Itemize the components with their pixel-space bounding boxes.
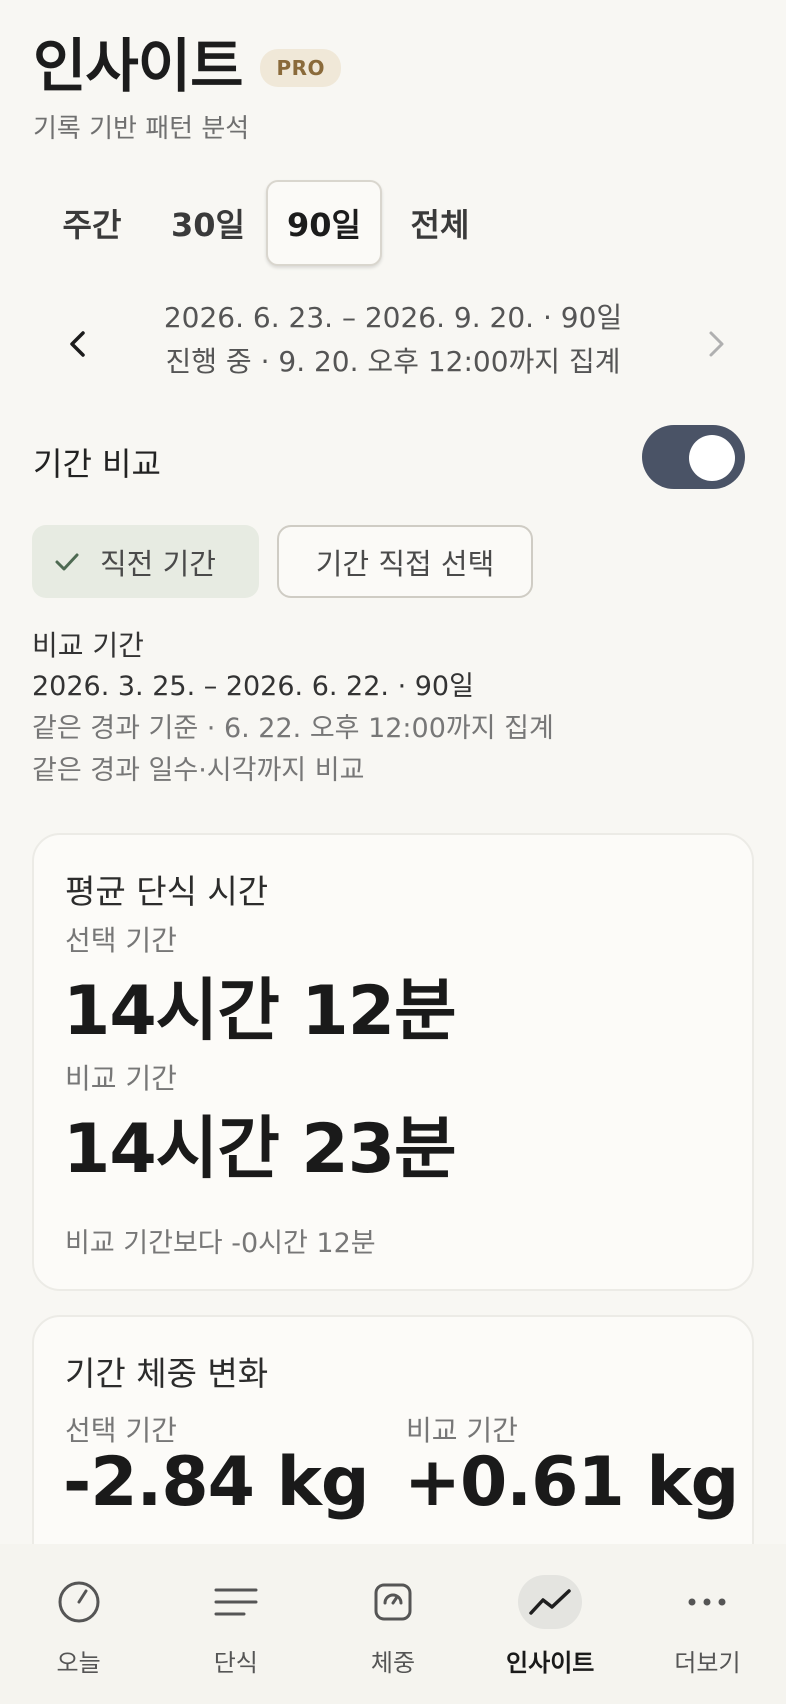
difference-text: 비교 기간보다 -0시간 12분 <box>65 1228 376 1259</box>
scale-icon <box>361 1575 425 1629</box>
nav-insights[interactable]: 인사이트 <box>472 1544 629 1704</box>
range-tabs: 주간 30일 90일 전체 <box>34 180 498 266</box>
insights-screen: 인사이트 PRO 기록 기반 패턴 분석 주간 30일 90일 전체 2026.… <box>0 0 786 1704</box>
weight-change-card: 기간 체중 변화 선택 기간 -2.84 kg 비교 기간 +0.61 kg <box>32 1315 754 1575</box>
tab-30-days[interactable]: 30일 <box>150 180 266 266</box>
compare-chips: 직전 기간 기간 직접 선택 <box>32 525 533 598</box>
compare-info-title: 비교 기간 <box>32 629 144 662</box>
compare-toggle[interactable] <box>642 425 745 489</box>
header: 인사이트 PRO <box>33 30 342 102</box>
compare-info-range: 2026. 3. 25. – 2026. 6. 22. · 90일 <box>32 671 474 702</box>
card-title: 기간 체중 변화 <box>65 1354 269 1393</box>
compare-period-value: 14시간 23분 <box>63 1110 457 1189</box>
more-icon <box>675 1575 739 1629</box>
compare-toggle-row: 기간 비교 <box>33 425 745 495</box>
nav-today[interactable]: 오늘 <box>0 1544 157 1704</box>
period-range: 2026. 6. 23. – 2026. 9. 20. · 90일 <box>163 301 623 334</box>
toggle-knob <box>689 435 735 481</box>
compare-period-value: +0.61 kg <box>404 1443 739 1522</box>
compare-info-note: 같은 경과 기준 · 6. 22. 오후 12:00까지 집계 <box>32 713 554 744</box>
nav-label: 오늘 <box>56 1649 101 1677</box>
next-period-button[interactable] <box>688 316 744 372</box>
tab-weekly[interactable]: 주간 <box>34 180 150 266</box>
compare-info: 비교 기간 2026. 3. 25. – 2026. 6. 22. · 90일 … <box>32 626 554 792</box>
nav-more[interactable]: 더보기 <box>629 1544 786 1704</box>
tab-all[interactable]: 전체 <box>382 180 498 266</box>
nav-label: 체중 <box>370 1649 416 1677</box>
compare-period-label: 비교 기간 <box>65 1062 177 1095</box>
nav-label: 인사이트 <box>506 1649 595 1677</box>
nav-label: 단식 <box>213 1649 258 1677</box>
chevron-left-icon <box>70 331 85 357</box>
pro-badge: PRO <box>260 49 342 87</box>
check-icon <box>54 551 80 573</box>
nav-label: 더보기 <box>674 1649 741 1677</box>
trend-icon <box>518 1575 583 1629</box>
selected-period-value: -2.84 kg <box>63 1443 370 1522</box>
period-label: 2026. 6. 23. – 2026. 9. 20. · 90일 진행 중 ·… <box>106 296 680 384</box>
custom-period-chip[interactable]: 기간 직접 선택 <box>277 525 533 598</box>
nav-fasting[interactable]: 단식 <box>157 1544 314 1704</box>
previous-period-chip[interactable]: 직전 기간 <box>32 525 259 598</box>
previous-period-chip-label: 직전 기간 <box>100 546 216 581</box>
nav-weight[interactable]: 체중 <box>314 1544 471 1704</box>
list-icon <box>204 1575 268 1629</box>
average-fasting-card: 평균 단식 시간 선택 기간 14시간 12분 비교 기간 14시간 23분 비… <box>32 833 754 1291</box>
period-navigator: 2026. 6. 23. – 2026. 9. 20. · 90일 진행 중 ·… <box>50 296 736 388</box>
clock-icon <box>47 1575 111 1629</box>
compare-label: 기간 비교 <box>33 445 161 483</box>
page-subtitle: 기록 기반 패턴 분석 <box>33 114 250 144</box>
page-title: 인사이트 <box>33 32 243 100</box>
selected-period-label: 선택 기간 <box>65 924 177 957</box>
chevron-right-icon <box>709 331 724 357</box>
previous-period-button[interactable] <box>50 316 106 372</box>
period-status: 진행 중 · 9. 20. 오후 12:00까지 집계 <box>165 345 621 378</box>
selected-period-value: 14시간 12분 <box>63 972 457 1051</box>
card-title: 평균 단식 시간 <box>65 872 269 911</box>
bottom-navigation: 오늘 단식 체중 인사이트 더보기 <box>0 1544 786 1704</box>
compare-info-note: 같은 경과 일수·시각까지 비교 <box>32 755 365 786</box>
tab-90-days[interactable]: 90일 <box>266 180 382 266</box>
